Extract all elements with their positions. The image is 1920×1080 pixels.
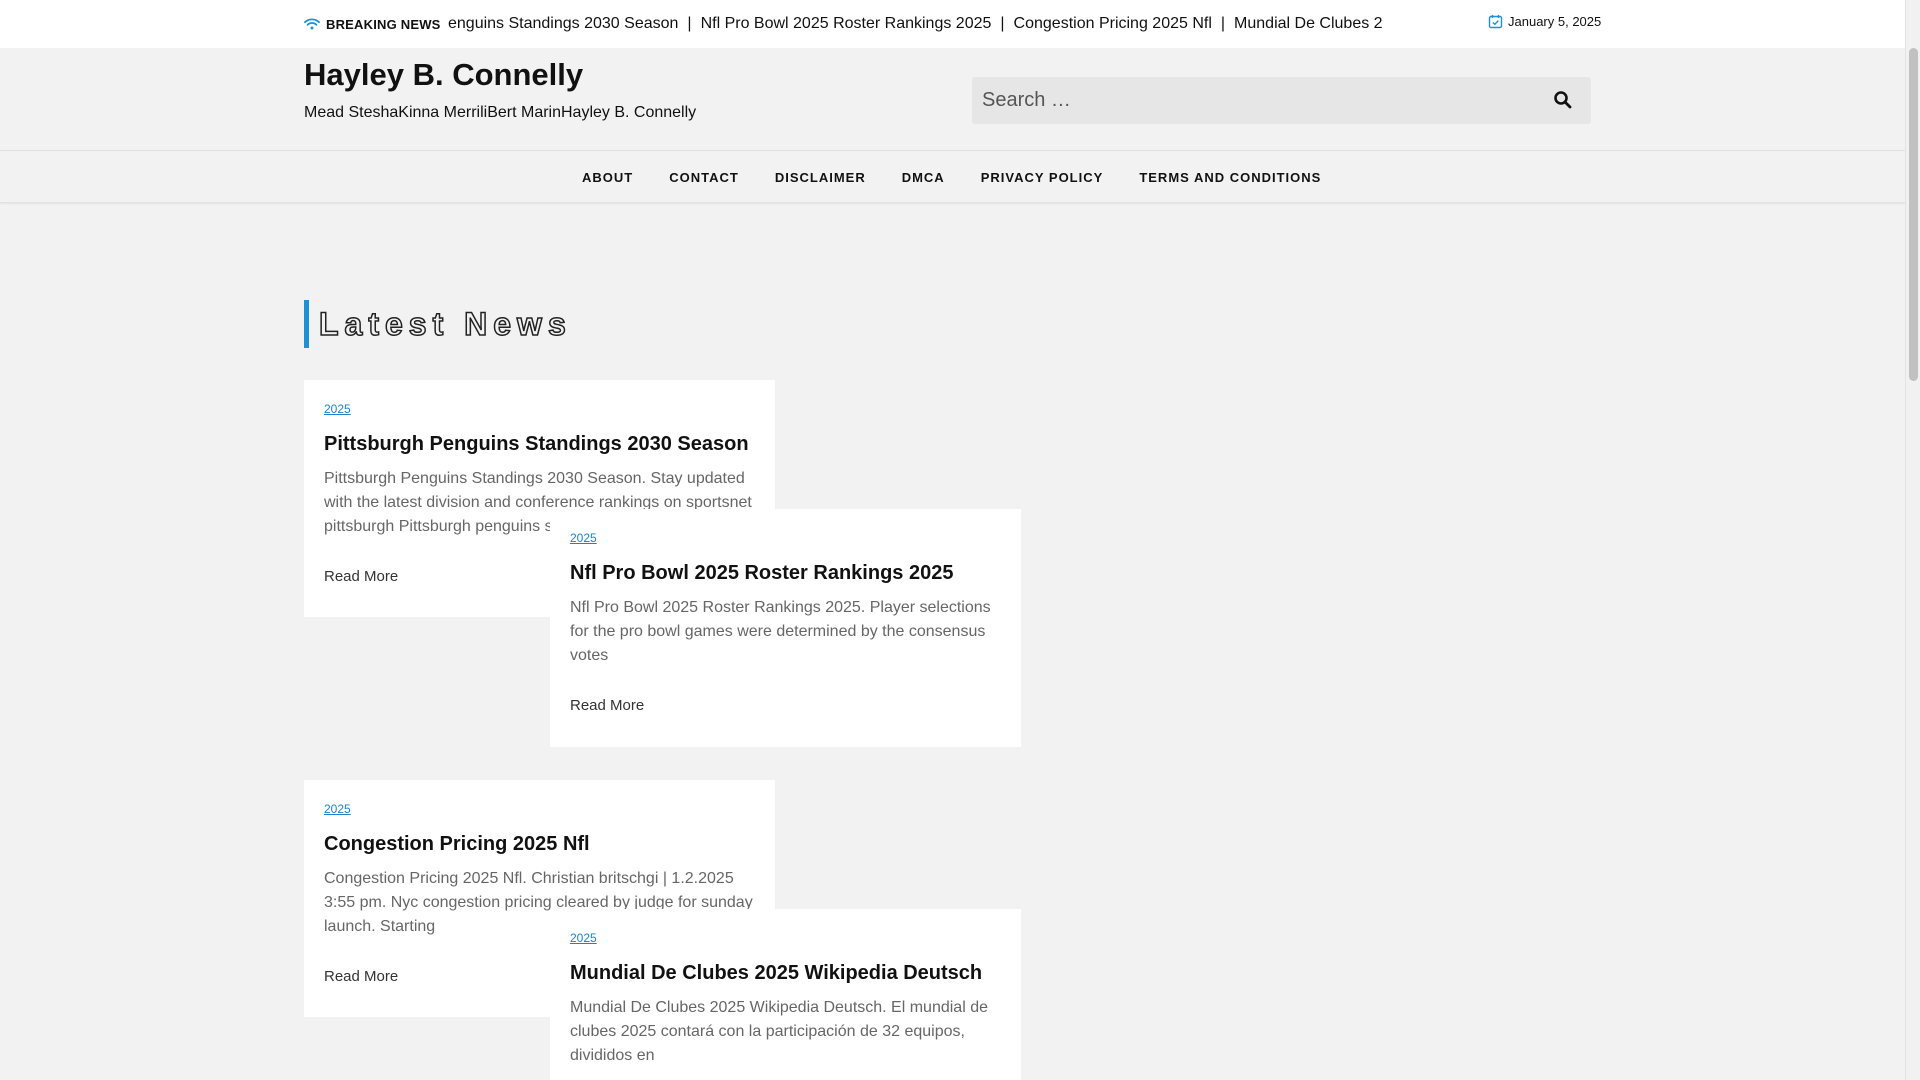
read-more-link[interactable]: Read More xyxy=(570,697,644,715)
top-bar: BREAKING NEWS enguins Standings 2030 Sea… xyxy=(0,0,1905,48)
current-date: January 5, 2025 xyxy=(1488,14,1601,29)
post-title[interactable]: Mundial De Clubes 2025 Wikipedia Deutsch xyxy=(570,961,1001,985)
post-excerpt: Nfl Pro Bowl 2025 Roster Rankings 2025. … xyxy=(570,599,991,664)
section-heading: Latest News xyxy=(304,300,572,348)
breaking-news-text: BREAKING NEWS xyxy=(326,16,441,32)
nav-item-about[interactable]: ABOUT xyxy=(564,170,651,185)
breaking-news-label: BREAKING NEWS xyxy=(304,16,441,32)
nav-item-contact[interactable]: CONTACT xyxy=(651,170,757,185)
post-card: 2025 Mundial De Clubes 2025 Wikipedia De… xyxy=(550,909,1021,1080)
news-ticker: enguins Standings 2030 Season | Nfl Pro Bo… xyxy=(448,12,1383,36)
post-category-link[interactable]: 2025 xyxy=(570,531,597,545)
search-form xyxy=(972,77,1591,124)
wifi-icon xyxy=(304,18,320,30)
site-header xyxy=(0,48,1905,150)
site-title[interactable]: Hayley B. Connelly xyxy=(304,56,583,94)
nav-item-disclaimer[interactable]: DISCLAIMER xyxy=(757,170,884,185)
nav-item-privacy-policy[interactable]: PRIVACY POLICY xyxy=(963,170,1122,185)
ticker-separator: | xyxy=(1000,15,1005,32)
read-more-link[interactable]: Read More xyxy=(324,968,398,986)
post-title[interactable]: Nfl Pro Bowl 2025 Roster Rankings 2025 xyxy=(570,561,1001,585)
ticker-separator: | xyxy=(1220,15,1226,32)
main-navigation: ABOUT CONTACT DISCLAIMER DMCA PRIVACY PO… xyxy=(0,150,1905,203)
search-input[interactable] xyxy=(972,77,1532,124)
nav-item-terms[interactable]: TERMS AND CONDITIONS xyxy=(1121,170,1339,185)
nav-item-dmca[interactable]: DMCA xyxy=(884,170,963,185)
ticker-item[interactable]: Congestion Pricing 2025 Nfl xyxy=(1014,15,1212,32)
ticker-separator: | xyxy=(687,15,692,32)
page-scrollbar[interactable] xyxy=(1905,0,1920,1080)
post-excerpt: Mundial De Clubes 2025 Wikipedia Deutsch… xyxy=(570,999,988,1064)
post-category-link[interactable]: 2025 xyxy=(324,402,351,416)
search-icon[interactable] xyxy=(1553,90,1573,110)
post-category-link[interactable]: 2025 xyxy=(324,802,351,816)
ticker-item[interactable]: Nfl Pro Bowl 2025 Roster Rankings 2025 xyxy=(701,15,992,32)
scrollbar-thumb[interactable] xyxy=(1909,48,1918,381)
site-tagline: Mead SteshaKinna MerriliBert MarinHayley… xyxy=(304,104,697,121)
calendar-check-icon xyxy=(1488,15,1503,29)
ticker-item[interactable]: Mundial De Clubes 2 xyxy=(1234,15,1383,32)
post-title[interactable]: Pittsburgh Penguins Standings 2030 Seaso… xyxy=(324,432,755,456)
section-title: Latest News xyxy=(318,305,572,343)
post-title[interactable]: Congestion Pricing 2025 Nfl xyxy=(324,832,755,856)
date-text: January 5, 2025 xyxy=(1508,14,1602,29)
read-more-link[interactable]: Read More xyxy=(324,568,398,586)
post-card: 2025 Nfl Pro Bowl 2025 Roster Rankings 2… xyxy=(550,509,1021,747)
ticker-item[interactable]: enguins Standings 2030 Season xyxy=(448,15,678,32)
post-category-link[interactable]: 2025 xyxy=(570,931,597,945)
